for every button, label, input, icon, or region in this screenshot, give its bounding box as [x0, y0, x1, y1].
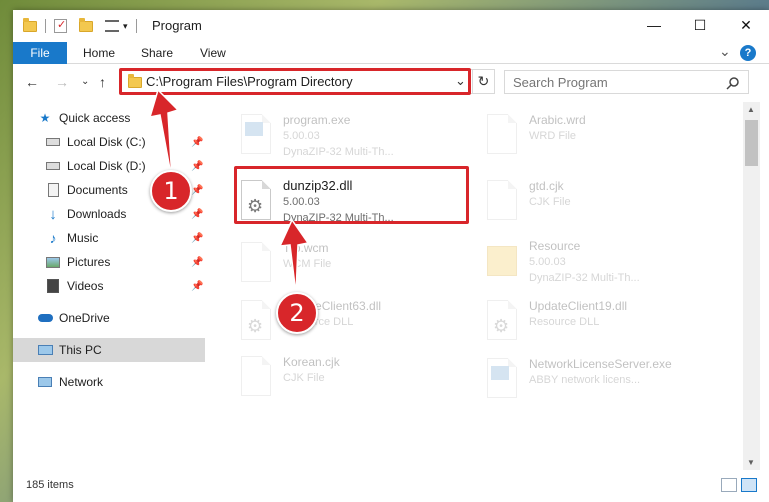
callout-badge-2: 2 — [276, 292, 318, 334]
arrow-1 — [148, 88, 180, 181]
annotation-arrows — [148, 88, 310, 295]
callout-badge-1: 1 — [150, 170, 192, 212]
arrow-2 — [278, 218, 310, 295]
